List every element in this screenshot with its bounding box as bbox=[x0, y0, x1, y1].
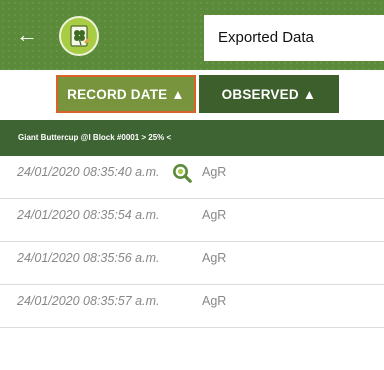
table-row[interactable]: 24/01/2020 08:35:40 a.m. AgR bbox=[0, 156, 384, 199]
row-date: 24/01/2020 08:35:40 a.m. bbox=[17, 165, 160, 179]
table-row[interactable]: 24/01/2020 08:35:57 a.m. AgR bbox=[0, 285, 384, 328]
table-header: Giant Buttercup @I Block #0001 > 25% < bbox=[0, 120, 384, 156]
search-icon[interactable] bbox=[172, 163, 192, 183]
clover-logo-icon bbox=[70, 25, 90, 47]
row-observed: AgR bbox=[202, 294, 227, 308]
row-observed: AgR bbox=[202, 165, 227, 179]
row-observed: AgR bbox=[202, 251, 227, 265]
page-title: Exported Data bbox=[204, 15, 384, 61]
app-bar: ← Exported Data bbox=[0, 0, 384, 70]
sort-observed-button[interactable]: OBSERVED ▲ bbox=[199, 75, 339, 113]
sort-record-date-button[interactable]: RECORD DATE ▲ bbox=[56, 75, 196, 113]
row-date: 24/01/2020 08:35:56 a.m. bbox=[17, 251, 160, 265]
row-date: 24/01/2020 08:35:54 a.m. bbox=[17, 208, 160, 222]
row-date: 24/01/2020 08:35:57 a.m. bbox=[17, 294, 160, 308]
table-row[interactable]: 24/01/2020 08:35:56 a.m. AgR bbox=[0, 242, 384, 285]
app-logo bbox=[59, 16, 99, 56]
back-arrow-icon[interactable]: ← bbox=[14, 22, 40, 48]
table-row[interactable]: 24/01/2020 08:35:54 a.m. AgR bbox=[0, 199, 384, 242]
row-observed: AgR bbox=[202, 208, 227, 222]
